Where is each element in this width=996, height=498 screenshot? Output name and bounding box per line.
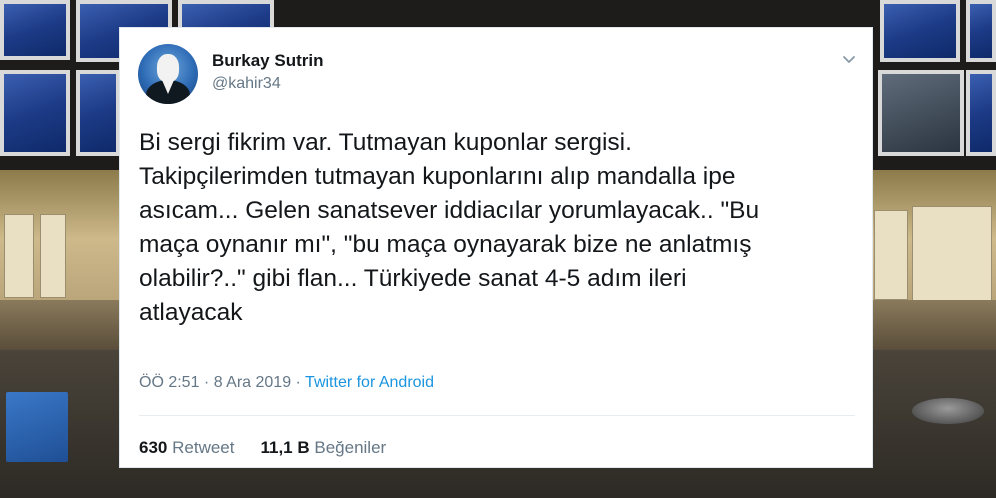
tweet-meta: ÖÖ 2:51 · 8 Ara 2019 · Twitter for Andro… [139, 374, 434, 392]
tv-screen [76, 70, 120, 156]
betting-poster [874, 210, 908, 300]
author-handle[interactable]: @kahir34 [212, 75, 281, 93]
blue-box [6, 392, 68, 462]
retweet-count: 630 [139, 438, 168, 457]
tv-screen [966, 0, 996, 62]
meta-separator: · [291, 374, 306, 391]
tv-screen [0, 0, 70, 60]
author-name[interactable]: Burkay Sutrin [212, 51, 323, 71]
meta-separator: · [199, 374, 214, 391]
tv-screen [880, 0, 960, 62]
betting-poster [4, 214, 34, 298]
chevron-down-icon[interactable] [842, 52, 856, 66]
retweets-stat[interactable]: 630 Retweet [139, 438, 234, 457]
likes-stat[interactable]: 11,1 B Beğeniler [260, 438, 386, 457]
tweet-card[interactable]: Burkay Sutrin @kahir34 Bi sergi fikrim v… [119, 27, 873, 468]
retweet-label: Retweet [172, 438, 235, 457]
tweet-source-link[interactable]: Twitter for Android [305, 374, 434, 391]
like-label: Beğeniler [314, 438, 387, 457]
profile-avatar[interactable] [138, 44, 198, 104]
betting-poster [40, 214, 66, 298]
bar-stool [912, 398, 984, 424]
tweet-stats: 630 Retweet 11,1 B Beğeniler [139, 438, 386, 458]
tweet-text: Bi sergi fikrim var. Tutmayan kuponlar s… [139, 129, 760, 326]
tweet-date[interactable]: 8 Ara 2019 [214, 374, 291, 391]
tv-screen [966, 70, 996, 156]
tv-screen [878, 70, 964, 156]
avatar-head [157, 54, 179, 82]
betting-poster [912, 206, 992, 302]
divider [139, 415, 855, 416]
like-count: 11,1 B [260, 438, 310, 457]
tv-screen [0, 70, 70, 156]
tweet-time[interactable]: ÖÖ 2:51 [139, 374, 199, 391]
